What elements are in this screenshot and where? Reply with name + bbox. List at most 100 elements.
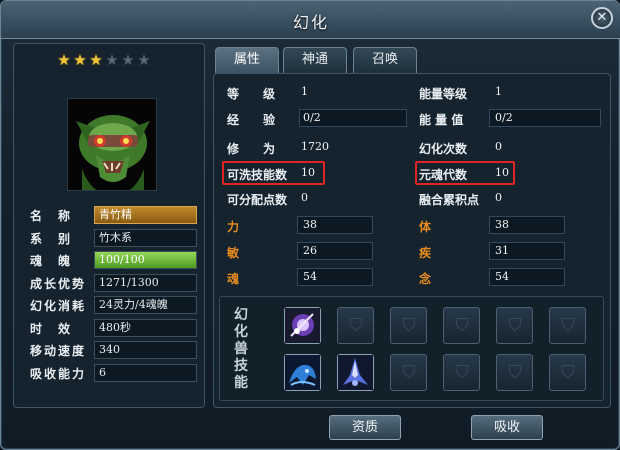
shield-icon: ⛉: [561, 315, 575, 336]
empty-skill-slot[interactable]: ⛉: [443, 307, 480, 344]
stat-value: 0/2: [303, 111, 321, 124]
stat-energy-value: 能 量 值 0/2: [419, 109, 603, 129]
stat-label: 疾: [419, 246, 432, 260]
blue-wolf-skill-icon: [285, 355, 320, 393]
attribute-list: 名 称 青竹精 系 别 竹木系 魂 魄 100/100 成长优势 1271/13…: [18, 204, 204, 384]
attr-value: 24灵力/4魂魄: [94, 296, 197, 314]
attr-value: 1271/1300: [94, 273, 197, 292]
stat-label: 元魂代数: [419, 168, 468, 182]
empty-skill-slot[interactable]: ⛉: [496, 307, 533, 344]
stat-body: 体 38: [419, 216, 569, 236]
star-icon: ★: [105, 51, 119, 69]
shield-icon: ⛉: [455, 315, 469, 336]
stat-label: 可洗技能数: [227, 168, 288, 182]
stat-label: 经 验: [227, 113, 276, 127]
shield-icon: ⛉: [508, 315, 522, 336]
shield-icon: ⛉: [402, 315, 416, 336]
blue-spike-skill-icon: [338, 355, 373, 393]
shield-icon: ⛉: [402, 362, 416, 383]
stat-soul-gen: 元魂代数 10: [419, 164, 515, 184]
stat-value: 31: [495, 244, 509, 257]
purple-orb-skill-icon: [285, 308, 320, 346]
star-icon: ★: [137, 51, 151, 69]
stat-value: 0: [495, 140, 502, 153]
stat-value: 26: [303, 244, 317, 257]
stat-value: 10: [301, 166, 315, 179]
stat-mind: 念 54: [419, 268, 569, 288]
empty-skill-slot[interactable]: ⛉: [390, 307, 427, 344]
absorb-button[interactable]: 吸收: [471, 415, 543, 440]
empty-skill-slot[interactable]: ⛉: [496, 354, 533, 391]
pet-portrait: [67, 98, 157, 191]
attr-value: 竹木系: [94, 228, 197, 247]
aptitude-button[interactable]: 资质: [329, 415, 401, 440]
purple-orb-skill-slot[interactable]: [284, 307, 321, 344]
tab-abilities[interactable]: 神通: [283, 47, 347, 73]
attr-label: 幻化消耗: [30, 299, 87, 313]
window-title: 幻化: [292, 13, 329, 32]
pet-name-field[interactable]: 青竹精: [94, 206, 197, 224]
stat-value: 38: [495, 218, 509, 231]
stat-label: 幻化次数: [419, 142, 468, 156]
tab-attributes[interactable]: 属性: [215, 47, 279, 73]
star-icon: ★: [89, 51, 103, 69]
stat-label: 修 为: [227, 142, 276, 156]
stat-cultivation: 修 为 1720: [227, 138, 407, 158]
shield-icon: ⛉: [349, 315, 363, 336]
stat-label: 能 量 值: [419, 113, 464, 127]
attr-label: 魂 魄: [30, 254, 73, 268]
empty-skill-slot[interactable]: ⛉: [390, 354, 427, 391]
empty-skill-slot[interactable]: ⛉: [549, 354, 586, 391]
stat-value: 1720: [301, 140, 329, 153]
attr-value: 480秒: [94, 318, 197, 337]
transform-window: 幻化 ✕ ★ ★ ★ ★ ★ ★ 名 称 青竹精 系 别 竹木系 魂 魄 100…: [0, 0, 620, 450]
tab-summon[interactable]: 召唤: [353, 47, 417, 73]
empty-skill-slot[interactable]: ⛉: [337, 307, 374, 344]
attr-row-duration: 时 效 480秒: [18, 317, 204, 339]
left-panel: ★ ★ ★ ★ ★ ★ 名 称 青竹精 系 别 竹木系 魂 魄 100/100 …: [13, 43, 205, 408]
attr-row-speed: 移动速度 340: [18, 339, 204, 361]
title-bar[interactable]: 幻化 ✕: [1, 1, 620, 39]
empty-skill-slot[interactable]: ⛉: [549, 307, 586, 344]
empty-skill-slot[interactable]: ⛉: [443, 354, 480, 391]
stat-label: 体: [419, 220, 432, 234]
soul-progress-text: 100/100: [99, 253, 145, 266]
stat-energy-level: 能量等级 1: [419, 83, 599, 103]
shield-icon: ⛉: [508, 362, 522, 383]
stat-value: 0/2: [495, 111, 513, 124]
attr-row-absorb: 吸收能力 6: [18, 362, 204, 384]
stat-label: 力: [227, 220, 240, 234]
attr-label: 移动速度: [30, 344, 87, 358]
attr-label: 吸收能力: [30, 366, 87, 381]
bamboo-spirit-portrait: [68, 99, 156, 190]
close-button[interactable]: ✕: [591, 7, 613, 29]
star-icon: ★: [57, 51, 71, 69]
attr-value: 6: [94, 363, 197, 382]
soul-progress-bar: 100/100: [94, 251, 197, 269]
stat-level: 等 级 1: [227, 83, 407, 103]
attr-row-element: 系 别 竹木系: [18, 227, 204, 249]
stat-value: 54: [303, 270, 317, 283]
stat-label: 等 级: [227, 87, 276, 101]
stat-label: 融合累积点: [419, 193, 480, 207]
attr-value: 340: [94, 341, 197, 359]
attr-row-cost: 幻化消耗 24灵力/4魂魄: [18, 294, 204, 316]
stat-value: 10: [495, 166, 509, 179]
attr-row-growth: 成长优势 1271/1300: [18, 272, 204, 294]
star-icon: ★: [121, 51, 135, 69]
stat-value: 54: [495, 270, 509, 283]
stat-value: 0: [301, 191, 308, 204]
stat-soul: 魂 54: [227, 268, 377, 288]
attr-row-name: 名 称 青竹精: [18, 204, 204, 226]
stat-exp: 经 验 0/2: [227, 109, 409, 129]
stat-fusion-points: 融合累积点 0: [419, 189, 599, 209]
blue-wolf-skill-slot[interactable]: [284, 354, 321, 391]
attr-label: 成长优势: [30, 276, 87, 291]
attr-label: 系 别: [30, 231, 73, 246]
stat-value: 0: [495, 191, 502, 204]
blue-spike-skill-slot[interactable]: [337, 354, 374, 391]
stat-washable-skills: 可洗技能数 10: [227, 164, 327, 184]
star-rating: ★ ★ ★ ★ ★ ★: [56, 50, 152, 70]
shield-icon: ⛉: [455, 362, 469, 383]
stat-label: 可分配点数: [227, 193, 288, 207]
